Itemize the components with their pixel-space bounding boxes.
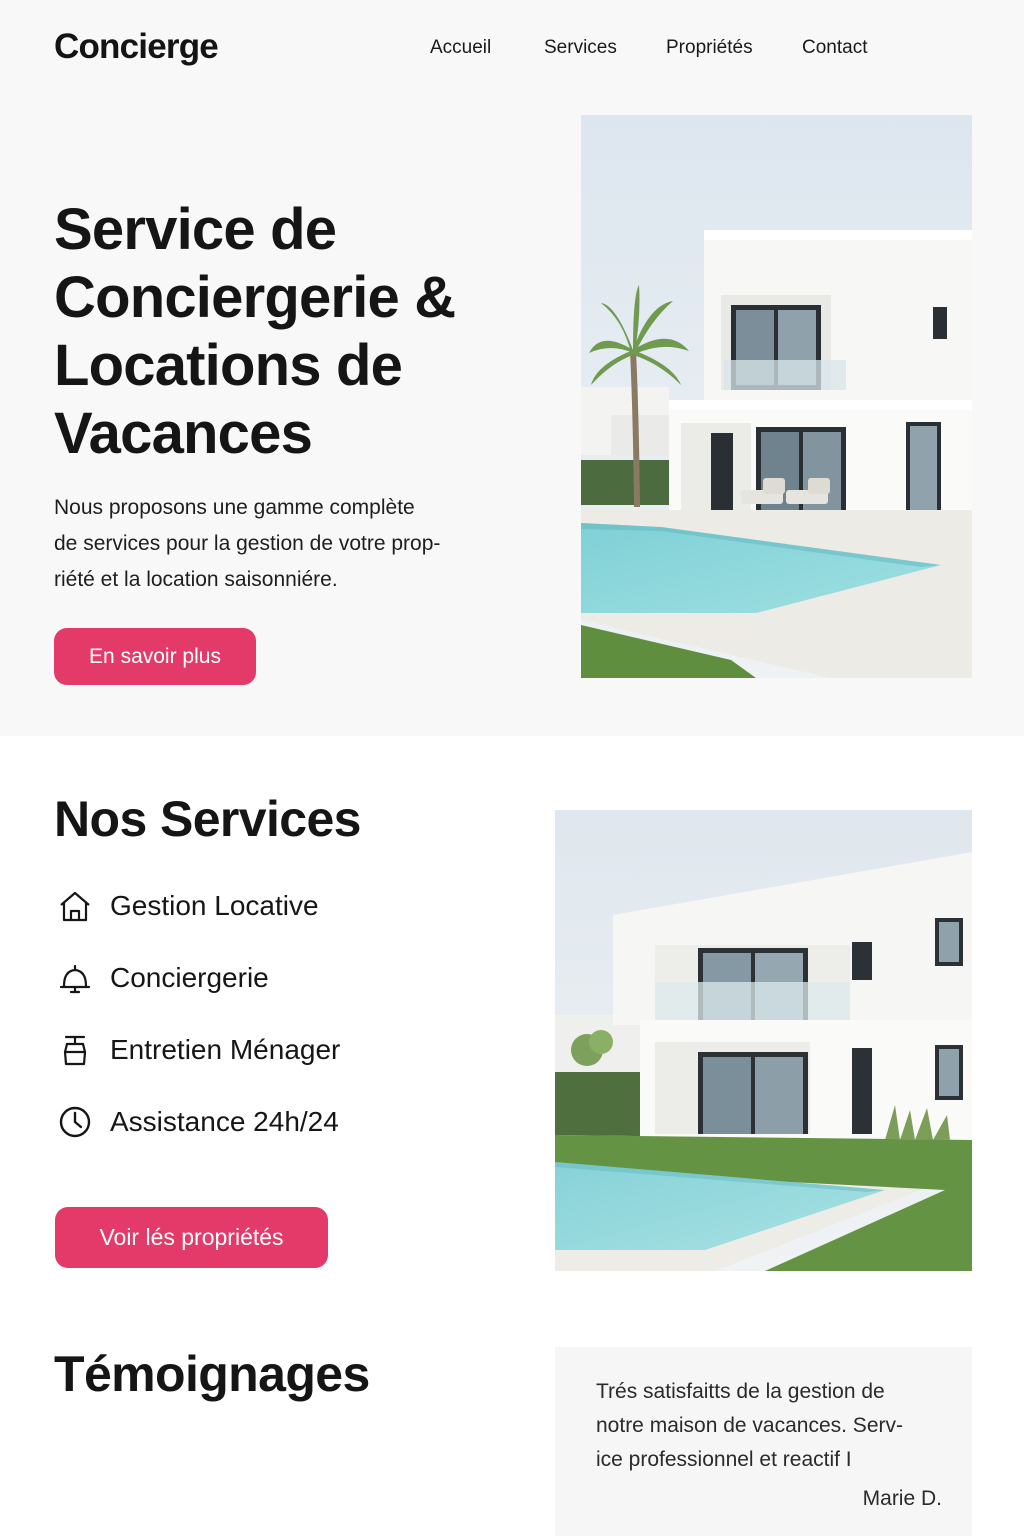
- nav-link-accueil[interactable]: Accueil: [430, 37, 491, 59]
- hero-title-line: Locations de: [54, 333, 403, 398]
- service-item-assistance: Assistance 24h/24: [56, 1102, 339, 1142]
- service-bell-icon: [56, 959, 94, 997]
- hero-description: Nous proposons une gamme complète de ser…: [54, 490, 514, 598]
- service-item-entretien-menager: Entretien Ménager: [56, 1030, 340, 1070]
- hero-title-line: Service de: [54, 197, 337, 262]
- services-title: Nos Services: [54, 791, 361, 847]
- nav-link-proprietes[interactable]: Propriétés: [666, 37, 753, 59]
- service-item-conciergerie: Conciergerie: [56, 958, 269, 998]
- learn-more-button[interactable]: En savoir plus: [54, 628, 256, 685]
- hero-description-line: de services pour la gestion de votre pro…: [54, 532, 441, 555]
- white-villa-with-pool-photo: [555, 810, 972, 1271]
- testimonial-author: Marie D.: [862, 1487, 942, 1510]
- cleaning-icon: [56, 1031, 94, 1069]
- service-item-gestion-locative: Gestion Locative: [56, 886, 319, 926]
- villa-with-pool-and-palm-photo: [581, 115, 972, 678]
- nav-link-contact[interactable]: Contact: [802, 37, 867, 59]
- house-icon: [56, 887, 94, 925]
- hero-title: Service de Conciergerie & Locations de V…: [54, 196, 524, 468]
- site-logo[interactable]: Concierge: [54, 27, 219, 67]
- site-header: Concierge Accueil Services Propriétés Co…: [0, 0, 1024, 96]
- service-label: Assistance 24h/24: [110, 1106, 339, 1137]
- testimonial-card: Trés satisfaitts de la gestion de notre …: [555, 1347, 972, 1536]
- clock-icon: [56, 1103, 94, 1141]
- testimonial-quote-line: Trés satisfaitts de la gestion de: [596, 1380, 885, 1403]
- services-villa-image: [555, 810, 972, 1271]
- service-label: Conciergerie: [110, 962, 269, 993]
- hero-villa-image: [581, 115, 972, 678]
- testimonial-quote-line: notre maison de vacances. Serv-: [596, 1414, 903, 1437]
- testimonial-quote-line: ice professionnel et reactif I: [596, 1448, 852, 1471]
- hero-title-line: Vacances: [54, 401, 313, 466]
- service-label: Gestion Locative: [110, 890, 319, 921]
- testimonials-title: Témoignages: [54, 1346, 370, 1402]
- nav-link-services[interactable]: Services: [544, 37, 617, 59]
- hero-title-line: Conciergerie &: [54, 265, 456, 330]
- view-properties-button[interactable]: Voir lés propriétés: [55, 1207, 328, 1268]
- testimonial-quote: Trés satisfaitts de la gestion de notre …: [596, 1375, 936, 1477]
- hero-description-line: riété et la location saisonniére.: [54, 568, 338, 591]
- hero-description-line: Nous proposons une gamme complète: [54, 496, 415, 519]
- service-label: Entretien Ménager: [110, 1034, 341, 1065]
